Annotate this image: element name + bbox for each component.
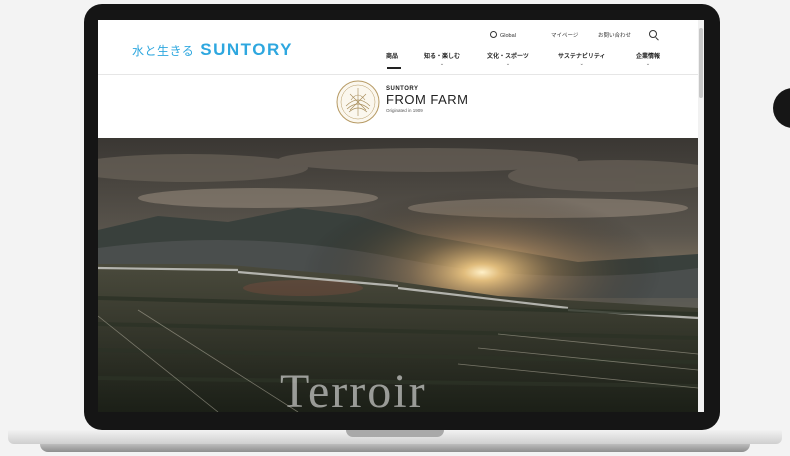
global-label: Global [500,33,516,39]
nav-learn-enjoy[interactable]: 知る・楽しむ ⌄ [424,51,460,67]
global-link[interactable]: Global [490,31,516,39]
globe-icon [490,31,497,38]
hero-image: Terroir [98,138,698,412]
nav-sustainability-label: サステナビリティ [558,54,606,60]
suntory-logo[interactable]: 水と生きる SUNTORY [132,40,293,60]
nav-culture-sports[interactable]: 文化・スポーツ ⌄ [487,51,529,67]
browser-screen: 水と生きる SUNTORY Global マイページ お問い合わせ 商品 知る・… [98,20,704,412]
from-farm-title: FROM FARM [386,92,469,107]
side-device-edge [773,88,790,128]
from-farm-emblem-icon [336,80,380,124]
search-icon[interactable] [649,30,657,38]
laptop-opening-notch [346,430,444,437]
nav-learn-enjoy-label: 知る・楽しむ [424,54,461,60]
from-farm-wordmark[interactable]: SUNTORY FROM FARM Originated in 1909 [386,86,469,113]
site-header: 水と生きる SUNTORY Global マイページ お問い合わせ 商品 知る・… [98,20,704,75]
chevron-down-icon: ⌄ [505,61,511,67]
chevron-down-icon: ⌄ [579,61,584,67]
mypage-link[interactable]: マイページ [551,31,578,39]
laptop-base-shadow [40,444,750,452]
nav-sustainability[interactable]: サステナビリティ ⌄ [558,51,606,67]
active-nav-indicator [387,67,401,69]
chevron-down-icon: ⌄ [645,61,651,67]
laptop-bezel [98,412,704,426]
contact-link[interactable]: お問い合わせ [598,31,631,39]
scrollbar-thumb[interactable] [699,28,703,98]
brand-name: SUNTORY [200,40,293,59]
chevron-down-icon: ⌄ [439,61,445,67]
nav-corporate-label: 企業情報 [636,54,661,60]
brand-tagline: 水と生きる [132,44,195,58]
nav-products-label: 商品 [386,54,399,60]
hero-title: Terroir [280,365,427,412]
from-farm-subtitle: Originated in 1909 [386,108,423,113]
nav-culture-sports-label: 文化・スポーツ [487,54,529,60]
nav-products[interactable]: 商品 [386,51,398,60]
nav-corporate[interactable]: 企業情報 ⌄ [636,51,660,67]
